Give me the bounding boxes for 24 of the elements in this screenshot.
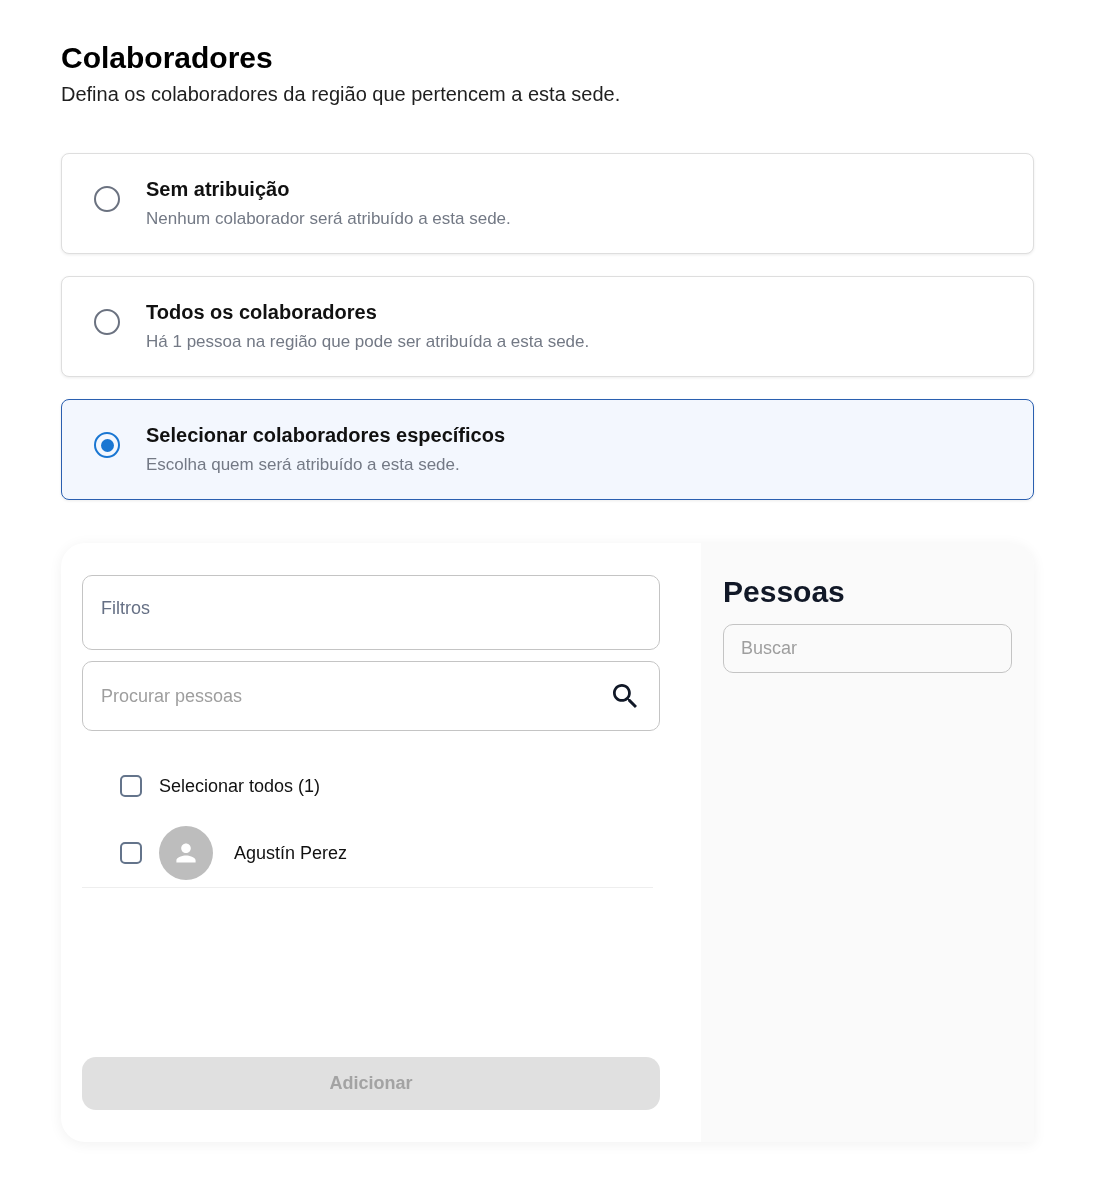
option-title: Todos os colaboradores xyxy=(146,300,378,325)
option-card[interactable]: Selecionar colaboradores específicos Escolha quem será atribuído a esta sede. xyxy=(61,399,1034,500)
option-description: Há 1 pessoa na região que pode ser atribuída a esta sede. xyxy=(146,331,590,353)
select-all-label: Selecionar todos (1) xyxy=(159,774,321,798)
option-card[interactable]: Sem atribuição Nenhum colaborador será atribuído a esta sede. xyxy=(61,153,1034,254)
search-field[interactable]: Buscar xyxy=(723,624,1012,673)
radio-button[interactable] xyxy=(94,309,120,335)
radio-button[interactable] xyxy=(94,186,120,212)
page-title: Colaboradores xyxy=(61,40,274,76)
page-subtitle: Defina os colaboradores da região que pertencem a esta sede. xyxy=(61,82,622,107)
checkbox[interactable] xyxy=(120,775,142,797)
person-name: Agustín Perez xyxy=(234,841,348,865)
option-description: Escolha quem será atribuído a esta sede. xyxy=(146,454,461,476)
option-card[interactable]: Todos os colaboradores Há 1 pessoa na região que pode ser atribuída a esta sede. xyxy=(61,276,1034,377)
option-title: Sem atribuição xyxy=(146,177,291,202)
filters-field[interactable]: Filtros xyxy=(82,575,660,650)
option-title: Selecionar colaboradores específicos xyxy=(146,423,506,448)
search-field[interactable]: Procurar pessoas xyxy=(82,661,660,731)
option-description: Nenhum colaborador será atribuído a esta sede. xyxy=(146,208,511,230)
avatar-silhouette-icon xyxy=(159,826,213,880)
radio-button[interactable] xyxy=(94,432,120,458)
search-icon[interactable] xyxy=(613,684,637,708)
panel-title: Pessoas xyxy=(723,574,846,610)
checkbox[interactable] xyxy=(120,842,142,864)
